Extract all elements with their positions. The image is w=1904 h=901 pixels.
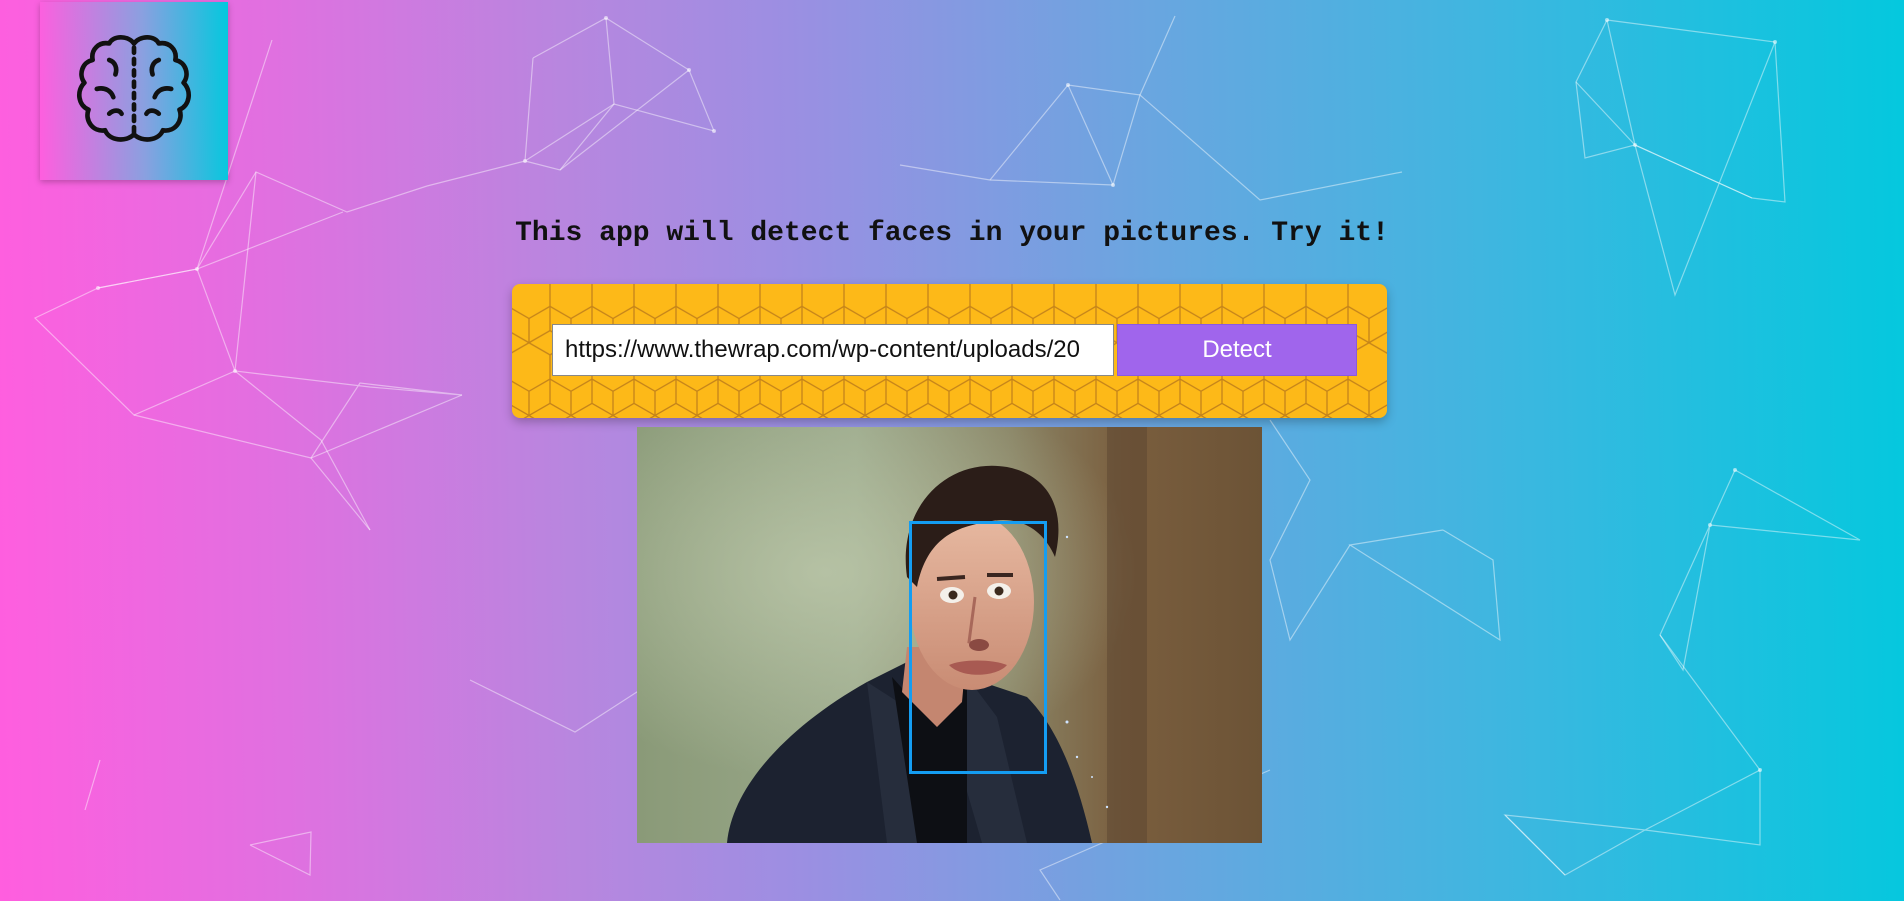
detect-button[interactable]: Detect xyxy=(1117,324,1357,376)
page-tagline: This app will detect faces in your pictu… xyxy=(515,218,1389,249)
url-form-panel: Detect xyxy=(512,284,1387,418)
brain-icon xyxy=(77,34,191,142)
detected-image xyxy=(637,427,1262,843)
image-url-input[interactable] xyxy=(552,324,1114,376)
face-bounding-box xyxy=(909,521,1047,774)
logo-card[interactable] xyxy=(40,2,228,180)
